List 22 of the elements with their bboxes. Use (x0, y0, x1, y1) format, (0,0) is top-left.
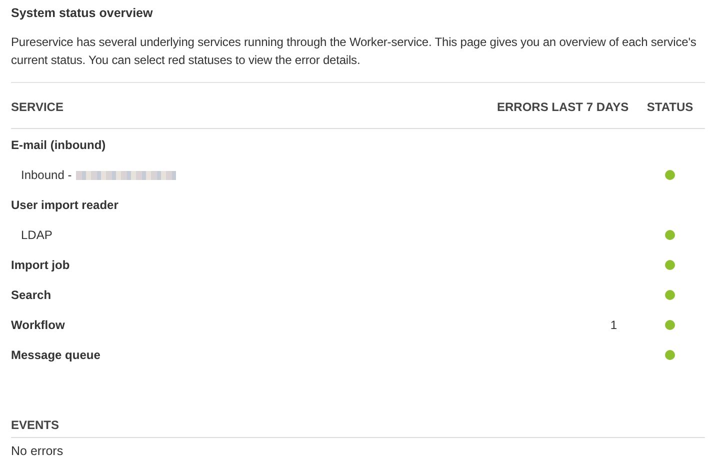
error-count: 1 (610, 318, 617, 332)
status-dot[interactable] (665, 230, 675, 240)
events-message: No errors (11, 443, 64, 460)
page-description: Pureservice has several underlying services running through the Worker-service. This page gives you an overview of each service's current status. You can select red statuses to view the error details. (11, 33, 705, 83)
status-dot[interactable] (665, 290, 675, 300)
status-dot[interactable] (665, 260, 675, 270)
status-dot[interactable] (665, 320, 675, 330)
status-dot[interactable] (665, 170, 675, 180)
column-header: STATUS (646, 100, 694, 114)
page-title: System status overview (11, 5, 154, 22)
column-header: ERRORS LAST 7 DAYS (497, 100, 629, 114)
service-group-name: Import job (11, 258, 70, 272)
service-name: LDAP (21, 228, 52, 242)
service-group-name: Search (11, 288, 52, 302)
service-group-name: E-mail (inbound) (11, 138, 106, 152)
service-group-name: User import reader (11, 198, 118, 212)
service-group-name: Workflow (11, 318, 65, 332)
status-dot[interactable] (665, 350, 675, 360)
column-header: SERVICE (11, 100, 64, 114)
events-header: EVENTS (11, 418, 60, 432)
service-name: Inbound - (21, 168, 72, 182)
service-group-name: Message queue (11, 348, 100, 362)
